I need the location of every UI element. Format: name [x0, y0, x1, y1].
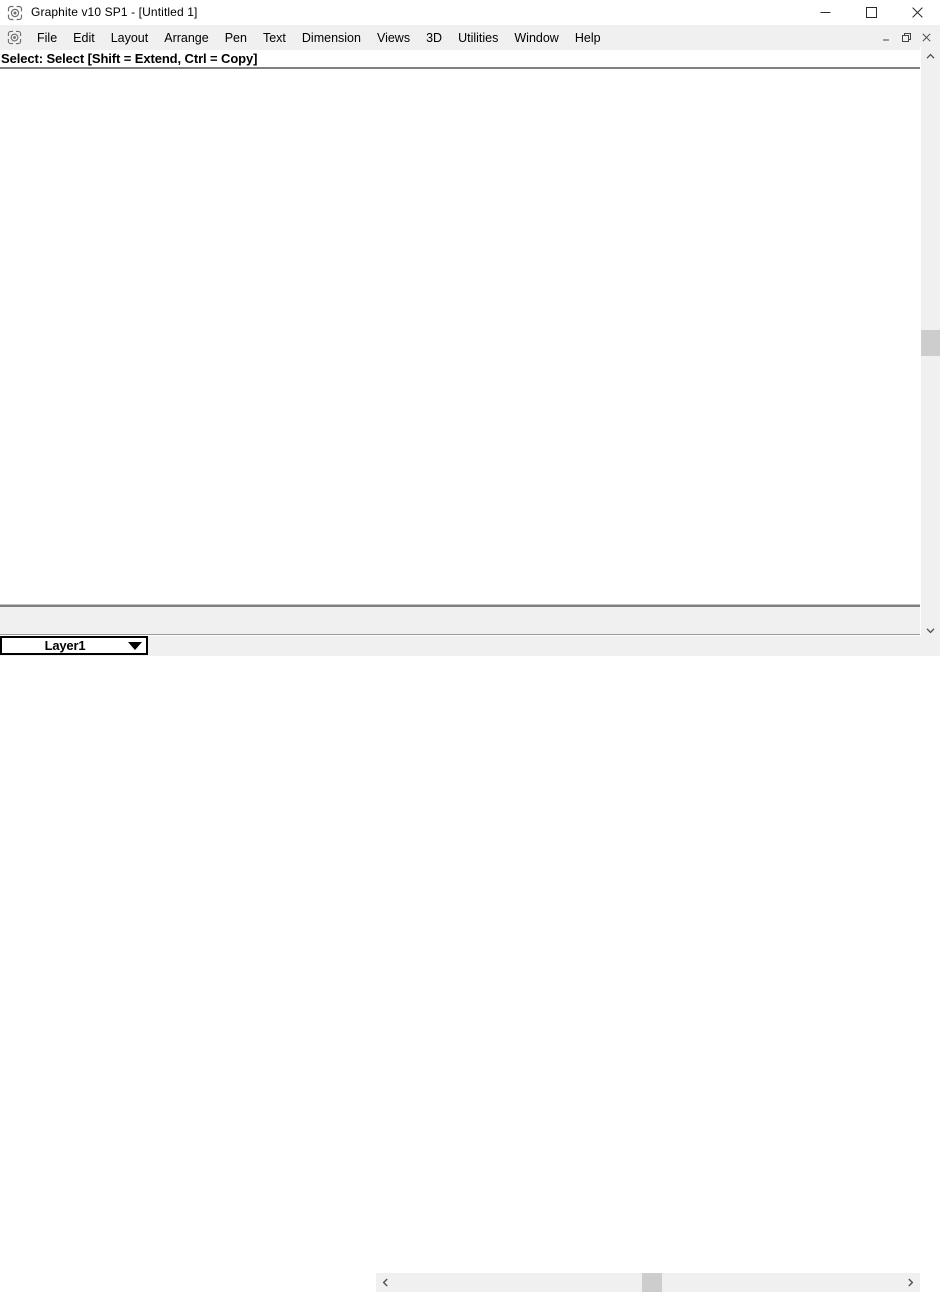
menu-item-edit[interactable]: Edit [65, 27, 103, 49]
window-title: Graphite v10 SP1 - [Untitled 1] [31, 5, 198, 19]
scroll-left-button[interactable] [376, 1273, 395, 1292]
command-prompt-bar: Select: Select [Shift = Extend, Ctrl = C… [0, 50, 920, 69]
chevron-down-icon [128, 641, 142, 650]
menu-item-window[interactable]: Window [506, 27, 566, 49]
drawing-canvas[interactable] [0, 71, 920, 604]
menu-item-layout[interactable]: Layout [103, 27, 157, 49]
menu-item-dimension[interactable]: Dimension [294, 27, 369, 49]
scroll-up-button[interactable] [921, 47, 940, 65]
horizontal-scrollbar[interactable] [376, 1273, 920, 1292]
maximize-button[interactable] [848, 0, 894, 25]
mdi-restore-button[interactable] [897, 29, 915, 47]
minimize-button[interactable] [802, 0, 848, 25]
menu-item-views[interactable]: Views [369, 27, 418, 49]
chevron-right-icon [908, 1278, 914, 1287]
scroll-right-button[interactable] [901, 1273, 920, 1292]
mdi-minimize-button[interactable] [877, 29, 895, 47]
horizontal-scrollbar-thumb[interactable] [642, 1273, 662, 1292]
menu-item-help[interactable]: Help [567, 27, 609, 49]
vertical-scrollbar-thumb[interactable] [921, 330, 940, 356]
bottom-toolbar-panel [0, 607, 920, 635]
menu-item-text[interactable]: Text [255, 27, 294, 49]
menu-item-pen[interactable]: Pen [217, 27, 255, 49]
menu-item-3d[interactable]: 3D [418, 27, 450, 49]
layer-selector-dropdown[interactable]: Layer1 [0, 636, 148, 655]
vertical-scrollbar[interactable] [920, 47, 940, 639]
menu-item-arrange[interactable]: Arrange [156, 27, 216, 49]
chevron-left-icon [382, 1278, 388, 1287]
menu-bar: File Edit Layout Arrange Pen Text Dimens… [0, 25, 940, 51]
window-controls [802, 0, 940, 25]
chevron-down-icon [926, 627, 935, 633]
graphite-application-window: Graphite v10 SP1 - [Untitled 1] File Edi… [0, 0, 940, 1292]
close-button[interactable] [894, 0, 940, 25]
menu-item-list: File Edit Layout Arrange Pen Text Dimens… [29, 27, 609, 49]
graphite-document-icon[interactable] [7, 30, 22, 45]
graphite-app-icon [7, 5, 23, 21]
status-bar: Layer1 [0, 636, 940, 1292]
title-bar: Graphite v10 SP1 - [Untitled 1] [0, 0, 940, 26]
layer-selector-value: Layer1 [44, 638, 86, 653]
chevron-up-icon [926, 53, 935, 59]
mdi-close-button[interactable] [917, 29, 935, 47]
command-prompt-text: Select: Select [Shift = Extend, Ctrl = C… [1, 51, 258, 66]
menu-item-utilities[interactable]: Utilities [450, 27, 506, 49]
menu-item-file[interactable]: File [29, 27, 65, 49]
